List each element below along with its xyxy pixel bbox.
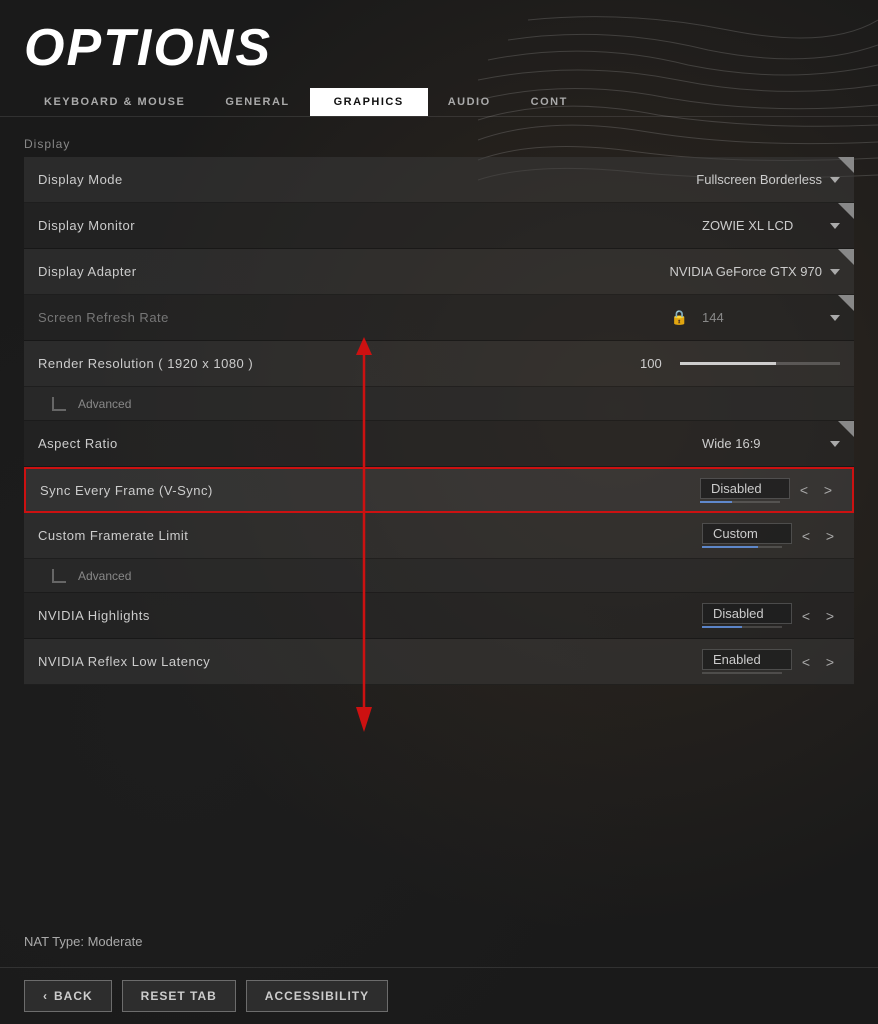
tab-controller[interactable]: CONT xyxy=(511,88,588,116)
tab-graphics[interactable]: GRAPHICS xyxy=(310,88,428,116)
advanced-label-1: Advanced xyxy=(52,397,131,411)
chevron-down-icon xyxy=(830,223,840,229)
content-area: Display Display Mode Fullscreen Borderle… xyxy=(0,117,878,967)
nav-tabs: KEYBOARD & MOUSE GENERAL GRAPHICS AUDIO … xyxy=(0,88,878,117)
nvidia-highlights-next-button[interactable]: > xyxy=(820,606,840,626)
aspect-ratio-label: Aspect Ratio xyxy=(38,436,702,451)
nvidia-reflex-next-button[interactable]: > xyxy=(820,652,840,672)
framerate-progress xyxy=(702,546,782,548)
chevron-down-icon xyxy=(830,441,840,447)
nvidia-highlights-value-box: Disabled xyxy=(702,603,792,624)
framerate-next-button[interactable]: > xyxy=(820,526,840,546)
display-monitor-label: Display Monitor xyxy=(38,218,702,233)
nvidia-highlights-label: NVIDIA Highlights xyxy=(38,608,702,623)
display-monitor-value: ZOWIE XL LCD xyxy=(702,218,840,233)
setting-vsync[interactable]: Sync Every Frame (V-Sync) Disabled < xyxy=(24,467,854,513)
display-adapter-label: Display Adapter xyxy=(38,264,670,279)
tab-general[interactable]: GENERAL xyxy=(205,88,309,116)
framerate-arrow-control[interactable]: Custom < > xyxy=(702,523,840,548)
chevron-down-icon xyxy=(830,269,840,275)
setting-nvidia-reflex[interactable]: NVIDIA Reflex Low Latency Enabled < > xyxy=(24,639,854,685)
vsync-label: Sync Every Frame (V-Sync) xyxy=(40,483,700,498)
vsync-arrow-control[interactable]: Disabled < > xyxy=(700,478,838,503)
setting-display-mode[interactable]: Display Mode Fullscreen Borderless xyxy=(24,157,854,203)
display-mode-label: Display Mode xyxy=(38,172,696,187)
framerate-limit-label: Custom Framerate Limit xyxy=(38,528,702,543)
framerate-prev-button[interactable]: < xyxy=(796,526,816,546)
vsync-next-button[interactable]: > xyxy=(818,480,838,500)
setting-nvidia-highlights[interactable]: NVIDIA Highlights Disabled < > xyxy=(24,593,854,639)
back-arrow-icon: ‹ xyxy=(43,989,48,1003)
aspect-ratio-value: Wide 16:9 xyxy=(702,436,840,451)
nat-type-info: NAT Type: Moderate xyxy=(24,934,854,949)
nvidia-reflex-prev-button[interactable]: < xyxy=(796,652,816,672)
display-mode-value: Fullscreen Borderless xyxy=(696,172,840,187)
nvidia-highlights-arrow-control[interactable]: Disabled < > xyxy=(702,603,840,628)
vsync-value-box: Disabled xyxy=(700,478,790,499)
vsync-prev-button[interactable]: < xyxy=(794,480,814,500)
render-resolution-label: Render Resolution ( 1920 x 1080 ) xyxy=(38,356,640,371)
setting-aspect-ratio[interactable]: Aspect Ratio Wide 16:9 xyxy=(24,421,854,467)
render-resolution-slider[interactable] xyxy=(680,362,840,365)
setting-display-monitor[interactable]: Display Monitor ZOWIE XL LCD xyxy=(24,203,854,249)
display-section-label: Display xyxy=(24,137,854,151)
refresh-rate-label: Screen Refresh Rate xyxy=(38,310,671,325)
nvidia-reflex-arrow-control[interactable]: Enabled < > xyxy=(702,649,840,674)
nvidia-highlights-prev-button[interactable]: < xyxy=(796,606,816,626)
setting-refresh-rate[interactable]: Screen Refresh Rate 🔒 144 xyxy=(24,295,854,341)
nvidia-reflex-progress xyxy=(702,672,782,674)
back-button[interactable]: ‹ Back xyxy=(24,980,112,1012)
framerate-limit-value: Custom < > xyxy=(702,523,840,548)
corner-bracket-icon-2 xyxy=(52,569,66,583)
accessibility-button[interactable]: Accessibility xyxy=(246,980,388,1012)
vsync-value: Disabled < > xyxy=(700,478,838,503)
header: OPTIONS xyxy=(0,0,878,88)
vsync-progress xyxy=(700,501,780,503)
nvidia-highlights-value: Disabled < > xyxy=(702,603,840,628)
chevron-down-icon xyxy=(830,315,840,321)
setting-framerate-limit[interactable]: Custom Framerate Limit Custom < > xyxy=(24,513,854,559)
framerate-value-box: Custom xyxy=(702,523,792,544)
refresh-rate-value: 🔒 144 xyxy=(671,309,840,326)
advanced-row-1[interactable]: Advanced xyxy=(24,387,854,421)
tab-keyboard-mouse[interactable]: KEYBOARD & MOUSE xyxy=(24,88,205,116)
tab-audio[interactable]: AUDIO xyxy=(428,88,511,116)
nvidia-highlights-progress xyxy=(702,626,782,628)
display-adapter-value: NVIDIA GeForce GTX 970 xyxy=(670,264,840,279)
page-title: OPTIONS xyxy=(24,18,854,78)
nvidia-reflex-value-box: Enabled xyxy=(702,649,792,670)
chevron-down-icon xyxy=(830,177,840,183)
nvidia-reflex-value: Enabled < > xyxy=(702,649,840,674)
render-resolution-value: 100 xyxy=(640,356,840,371)
settings-panel: Display Mode Fullscreen Borderless Displ… xyxy=(24,157,854,934)
corner-bracket-icon xyxy=(52,397,66,411)
setting-render-resolution[interactable]: Render Resolution ( 1920 x 1080 ) 100 xyxy=(24,341,854,387)
footer: ‹ Back Reset Tab Accessibility xyxy=(0,967,878,1024)
advanced-row-2[interactable]: Advanced xyxy=(24,559,854,593)
setting-display-adapter[interactable]: Display Adapter NVIDIA GeForce GTX 970 xyxy=(24,249,854,295)
nvidia-reflex-label: NVIDIA Reflex Low Latency xyxy=(38,654,702,669)
lock-icon: 🔒 xyxy=(671,309,688,326)
reset-tab-button[interactable]: Reset Tab xyxy=(122,980,236,1012)
advanced-label-2: Advanced xyxy=(52,569,131,583)
